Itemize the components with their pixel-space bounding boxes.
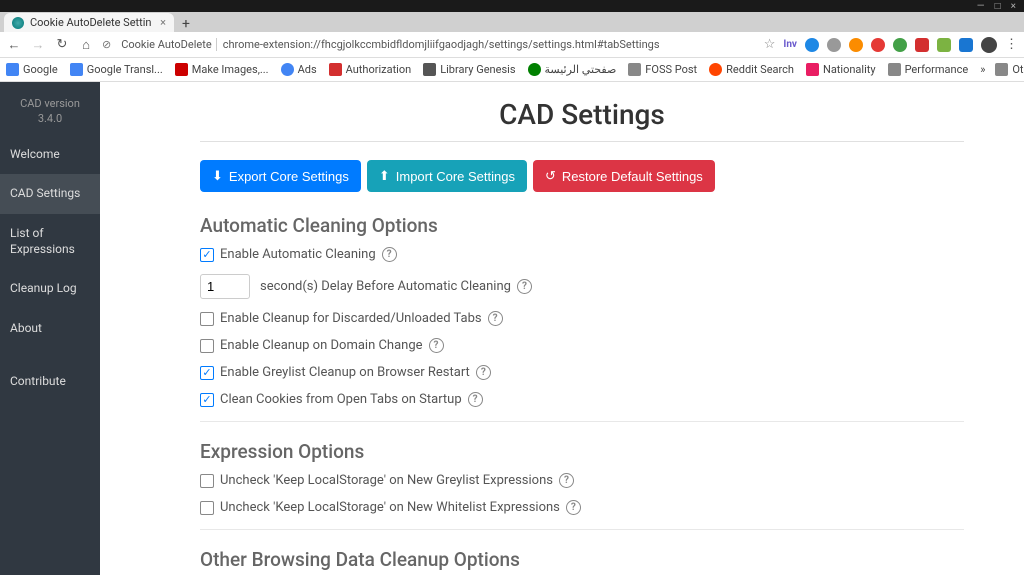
opt-label: Uncheck 'Keep LocalStorage' on New White… — [220, 500, 560, 515]
help-icon[interactable]: ? — [468, 392, 483, 407]
help-icon[interactable]: ? — [476, 365, 491, 380]
window-close-icon[interactable]: × — [1011, 1, 1016, 12]
ext-icon-5[interactable] — [893, 38, 907, 52]
opt-label: Enable Automatic Cleaning — [220, 247, 376, 262]
address-bar[interactable]: ⊘ Cookie AutoDelete chrome-extension://f… — [102, 38, 756, 51]
sidebar-item-contribute[interactable]: Contribute — [0, 362, 100, 402]
section-auto-title: Automatic Cleaning Options — [200, 214, 964, 237]
sidebar-item-cad-settings[interactable]: CAD Settings — [0, 174, 100, 214]
ext-icon-4[interactable] — [871, 38, 885, 52]
opt-label: Clean Cookies from Open Tabs on Startup — [220, 392, 462, 407]
new-tab-button[interactable]: + — [174, 16, 198, 32]
checkbox-open-tabs[interactable] — [200, 393, 214, 407]
checkbox-uncheck-white[interactable] — [200, 501, 214, 515]
checkbox-auto-clean[interactable] — [200, 248, 214, 262]
bookmark-item[interactable]: Performance — [888, 63, 969, 76]
help-icon[interactable]: ? — [429, 338, 444, 353]
opt-label: Enable Greylist Cleanup on Browser Resta… — [220, 365, 470, 380]
tab-close-icon[interactable]: × — [160, 16, 166, 29]
help-icon[interactable]: ? — [559, 473, 574, 488]
tab-title: Cookie AutoDelete Settin — [30, 16, 152, 29]
profile-icon[interactable] — [981, 37, 997, 53]
sidebar-item-expressions[interactable]: List of Expressions — [0, 214, 100, 269]
content-area: CAD Settings ⬇ Export Core Settings ⬆ Im… — [100, 82, 1024, 575]
undo-icon: ↺ — [545, 168, 556, 184]
back-icon[interactable]: ← — [6, 37, 22, 53]
bookmarks-more[interactable]: » — [980, 63, 985, 76]
ext-icon-7[interactable] — [937, 38, 951, 52]
bookmark-item[interactable]: FOSS Post — [628, 63, 697, 76]
bookmark-item[interactable]: Reddit Search — [709, 63, 794, 76]
ext-icon-6[interactable] — [915, 38, 929, 52]
opt-label: Enable Cleanup for Discarded/Unloaded Ta… — [220, 311, 482, 326]
export-button[interactable]: ⬇ Export Core Settings — [200, 160, 361, 192]
upload-icon: ⬆ — [379, 168, 390, 184]
address-row: ← → ↻ ⌂ ⊘ Cookie AutoDelete chrome-exten… — [0, 32, 1024, 58]
checkbox-greylist[interactable] — [200, 366, 214, 380]
home-icon[interactable]: ⌂ — [78, 37, 94, 53]
bookmark-item[interactable]: صفحتي الرئيسة — [528, 63, 617, 76]
sidebar-version: CAD version 3.4.0 — [0, 82, 100, 135]
import-button[interactable]: ⬆ Import Core Settings — [367, 160, 527, 192]
opt-label: Uncheck 'Keep LocalStorage' on New Greyl… — [220, 473, 553, 488]
restore-button[interactable]: ↺ Restore Default Settings — [533, 160, 715, 192]
help-icon[interactable]: ? — [488, 311, 503, 326]
bookmarks-bar: Google Google Transl... Make Images,... … — [0, 58, 1024, 82]
ext-icon-2[interactable] — [827, 38, 841, 52]
checkbox-discarded[interactable] — [200, 312, 214, 326]
other-bookmarks[interactable]: Other bookmarks — [995, 63, 1024, 76]
extension-icons: ☆ Inv ⋮ — [764, 37, 1018, 53]
ext-icon-3[interactable] — [849, 38, 863, 52]
window-titlebar: — □ × — [0, 0, 1024, 12]
bookmark-item[interactable]: Google — [6, 63, 58, 76]
bookmark-item[interactable]: Make Images,... — [175, 63, 269, 76]
opt-label: Enable Cleanup on Domain Change — [220, 338, 423, 353]
tab-favicon-icon — [12, 17, 24, 29]
inv-ext-icon[interactable]: Inv — [783, 39, 797, 50]
forward-icon[interactable]: → — [30, 37, 46, 53]
ext-icon-1[interactable] — [805, 38, 819, 52]
menu-icon[interactable]: ⋮ — [1005, 37, 1018, 52]
address-url: chrome-extension://fhcgjolkccmbidfldomjl… — [223, 38, 660, 51]
tab-strip: Cookie AutoDelete Settin × + — [0, 12, 1024, 32]
checkbox-domain[interactable] — [200, 339, 214, 353]
reload-icon[interactable]: ↻ — [54, 37, 70, 52]
page-title: CAD Settings — [200, 92, 964, 142]
ext-icon-8[interactable] — [959, 38, 973, 52]
window-max-icon[interactable]: □ — [995, 1, 1001, 12]
help-icon[interactable]: ? — [566, 500, 581, 515]
bookmark-item[interactable]: Nationality — [806, 63, 876, 76]
opt-label: second(s) Delay Before Automatic Cleanin… — [260, 279, 511, 294]
delay-input[interactable] — [200, 274, 250, 299]
help-icon[interactable]: ? — [382, 247, 397, 262]
sidebar: CAD version 3.4.0 Welcome CAD Settings L… — [0, 82, 100, 575]
section-expr-title: Expression Options — [200, 440, 964, 463]
sidebar-item-about[interactable]: About — [0, 309, 100, 349]
browser-tab[interactable]: Cookie AutoDelete Settin × — [4, 13, 174, 32]
window-min-icon[interactable]: — — [977, 1, 985, 12]
section-other-title: Other Browsing Data Cleanup Options — [200, 548, 964, 571]
help-icon[interactable]: ? — [517, 279, 532, 294]
sidebar-item-cleanup-log[interactable]: Cleanup Log — [0, 269, 100, 309]
checkbox-uncheck-grey[interactable] — [200, 474, 214, 488]
bookmark-item[interactable]: Library Genesis — [423, 63, 515, 76]
star-icon[interactable]: ☆ — [764, 37, 776, 52]
sidebar-item-welcome[interactable]: Welcome — [0, 135, 100, 175]
site-info-icon[interactable]: ⊘ — [102, 38, 111, 51]
bookmark-item[interactable]: Ads — [281, 63, 317, 76]
download-icon: ⬇ — [212, 168, 223, 184]
address-prefix: Cookie AutoDelete — [117, 38, 216, 51]
bookmark-item[interactable]: Authorization — [329, 63, 412, 76]
bookmark-item[interactable]: Google Transl... — [70, 63, 163, 76]
